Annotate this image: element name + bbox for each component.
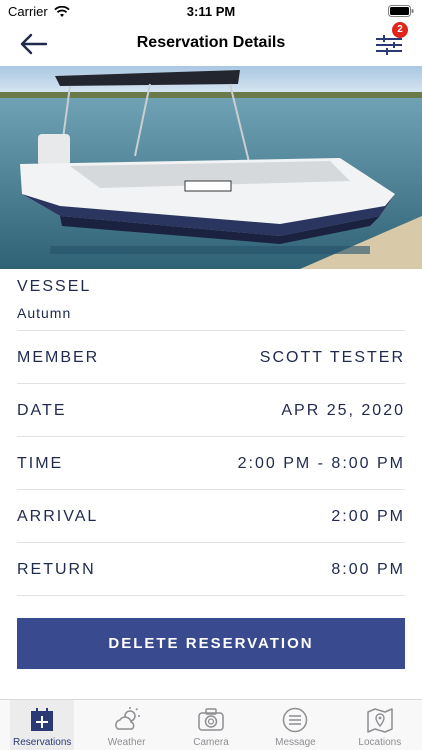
date-label: DATE bbox=[17, 402, 67, 419]
calendar-add-icon bbox=[31, 708, 54, 731]
time-value: 2:00 PM - 8:00 PM bbox=[237, 455, 405, 472]
vessel-photo bbox=[0, 66, 422, 269]
tab-label-locations: Locations bbox=[358, 737, 402, 748]
return-label: RETURN bbox=[17, 561, 96, 578]
tab-camera[interactable]: Camera bbox=[169, 700, 253, 750]
tab-reservations[interactable]: Reservations bbox=[0, 700, 84, 750]
tab-locations[interactable]: Locations bbox=[338, 700, 422, 750]
tab-bar: Reservations Weather Camera Message Loca… bbox=[0, 699, 422, 750]
tab-label-reservations: Reservations bbox=[13, 737, 72, 748]
arrival-value: 2:00 PM bbox=[331, 508, 405, 525]
return-value: 8:00 PM bbox=[331, 561, 405, 578]
nav-bar: Reservation Details 2 bbox=[0, 22, 422, 66]
delete-reservation-button[interactable]: DELETE RESERVATION bbox=[17, 618, 405, 669]
member-row: MEMBER SCOTT TESTER bbox=[17, 331, 405, 384]
return-row: RETURN 8:00 PM bbox=[17, 543, 405, 596]
date-value: APR 25, 2020 bbox=[281, 402, 405, 419]
camera-icon bbox=[198, 708, 224, 731]
page-title: Reservation Details bbox=[136, 34, 286, 51]
tab-message[interactable]: Message bbox=[253, 700, 337, 750]
battery-icon bbox=[388, 5, 414, 20]
arrival-row: ARRIVAL 2:00 PM bbox=[17, 490, 405, 543]
time-row: TIME 2:00 PM - 8:00 PM bbox=[17, 437, 405, 490]
status-time: 3:11 PM bbox=[186, 4, 236, 19]
vessel-label: VESSEL bbox=[17, 278, 92, 295]
vessel-name: Autumn bbox=[17, 305, 72, 321]
date-row: DATE APR 25, 2020 bbox=[17, 384, 405, 437]
map-pin-icon bbox=[367, 708, 393, 733]
tab-label-message: Message bbox=[275, 737, 316, 748]
message-icon bbox=[283, 707, 308, 733]
tab-label-weather: Weather bbox=[107, 737, 146, 748]
weather-icon bbox=[114, 707, 140, 730]
time-label: TIME bbox=[17, 455, 64, 472]
tab-weather[interactable]: Weather bbox=[84, 700, 168, 750]
member-label: MEMBER bbox=[17, 349, 100, 366]
status-bar: Carrier 3:11 PM bbox=[0, 0, 422, 22]
member-value: SCOTT TESTER bbox=[259, 349, 405, 366]
arrival-label: ARRIVAL bbox=[17, 508, 99, 525]
tab-label-camera: Camera bbox=[193, 737, 229, 748]
notification-badge: 2 bbox=[392, 22, 408, 38]
vessel-section: VESSEL Autumn bbox=[17, 270, 405, 331]
